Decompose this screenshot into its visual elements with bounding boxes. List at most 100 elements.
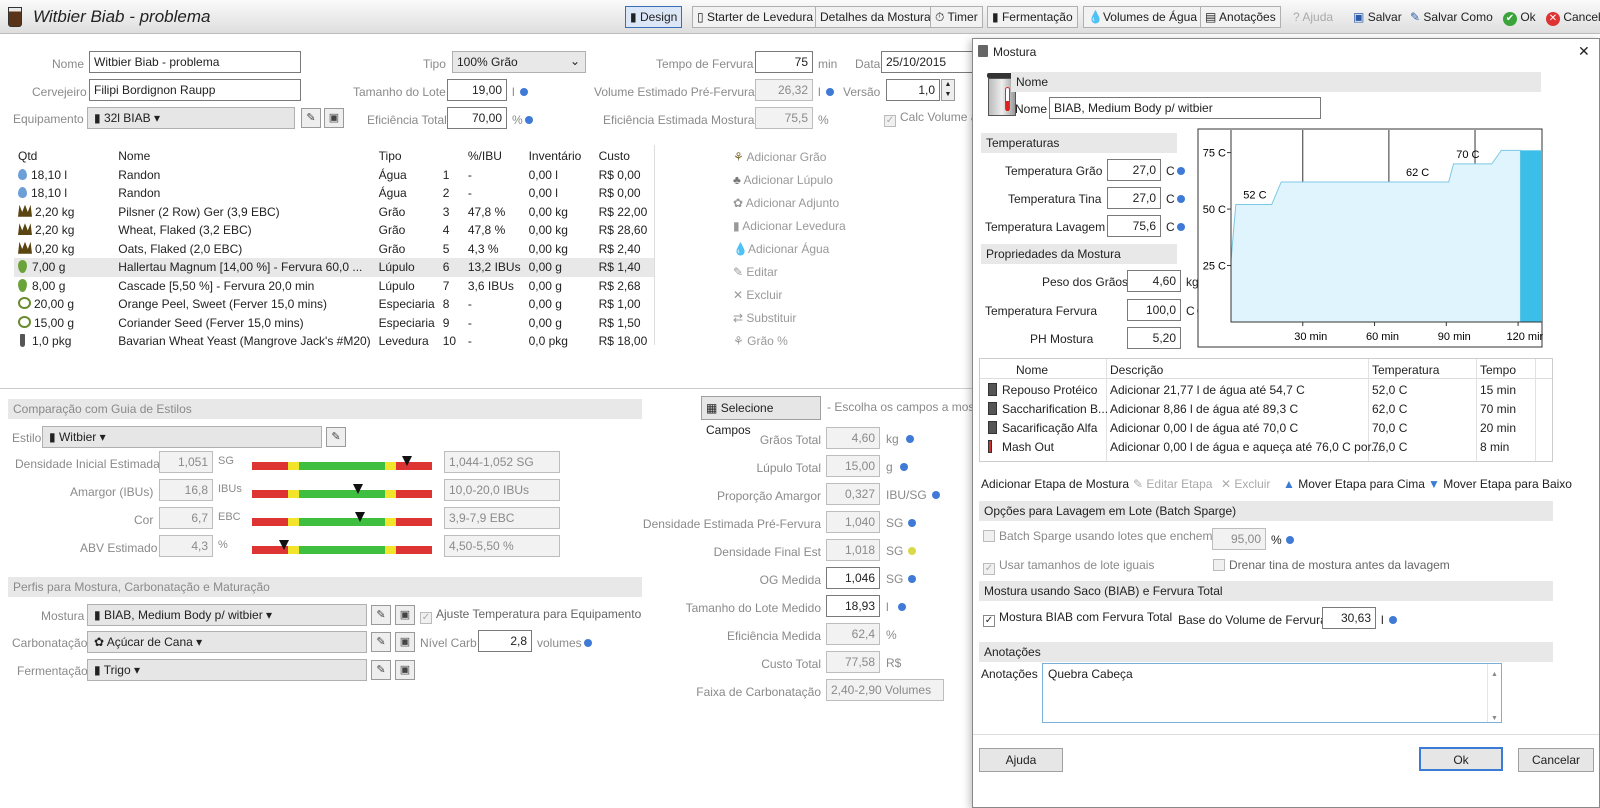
ok-button[interactable]: Ok [1419, 747, 1503, 771]
mash-details-button[interactable]: Detalhes da Mostura [815, 6, 936, 28]
grain-percent-button[interactable]: ⚘ Grão % [733, 334, 788, 348]
yeast-starter-button[interactable]: ▯ Starter de Levedura [692, 6, 819, 28]
field-value[interactable]: 1,046 [826, 567, 880, 589]
replace-button[interactable]: ⇄ Substituir [733, 311, 796, 325]
drain-tun-checkbox[interactable]: Drenar tina de mostura antes da lavagem [1213, 558, 1450, 572]
step-row[interactable]: Sacarificação Alfa Adicionar 0,00 l de ág… [980, 419, 1552, 437]
table-row[interactable]: 0,20 kg Oats, Flaked (2,0 EBC) Grão 5 4,3 % 0… [14, 240, 654, 259]
add-yeast-button[interactable]: ▮ Adicionar Levedura [733, 219, 846, 233]
add-adjunct-button[interactable]: ✿ Adicionar Adjunto [733, 196, 839, 210]
efficiency-input[interactable]: 70,00 [447, 107, 507, 129]
order-header[interactable] [439, 147, 464, 166]
table-row[interactable]: 2,20 kg Wheat, Flaked (3,2 EBC) Grão 4 47,8 … [14, 221, 654, 240]
delete-button[interactable]: ✕ Excluir [733, 288, 782, 302]
step-temp-header[interactable]: Temperatura [1372, 363, 1439, 377]
grain-weight-input[interactable]: 4,60 [1127, 270, 1181, 292]
table-row[interactable]: 18,10 l Randon Água 2 - 0,00 l R$ 0,00 [14, 184, 654, 203]
pct-header[interactable]: %/IBU [464, 147, 525, 166]
brewer-input[interactable]: Filipi Bordignon Raupp [89, 79, 301, 101]
table-row[interactable]: 1,0 pkg Bavarian Wheat Yeast (Mangrove Ja… [14, 332, 654, 351]
add-step-button[interactable]: Adicionar Etapa de Mostura [981, 477, 1129, 491]
type-select[interactable]: 100% Grão ⌄ [452, 51, 586, 73]
mash-profile-dropdown[interactable]: ▮ BIAB, Medium Body p/ witbier ▾ [87, 604, 367, 626]
step-row[interactable]: Mash Out Adicionar 0,00 l de água e aqueç… [980, 438, 1552, 456]
water-volumes-button[interactable]: 💧Volumes de Água [1083, 6, 1203, 28]
version-input[interactable]: 1,0 [886, 79, 940, 101]
equipment-dropdown[interactable]: ▮ 32l BIAB ▾ [87, 107, 295, 129]
table-row[interactable]: 8,00 g Cascade [5,50 %] - Fervura 20,0 mi… [14, 277, 654, 296]
fermentation-button[interactable]: ▮ Fermentação [987, 6, 1078, 28]
table-row[interactable]: 18,10 l Randon Água 1 - 0,00 l R$ 0,00 [14, 166, 654, 185]
move-step-down-button[interactable]: ▼ Mover Etapa para Baixo [1428, 477, 1572, 491]
design-tab-button[interactable]: ▮ Design [625, 6, 683, 28]
step-row[interactable]: Saccharification B... Adicionar 8,86 l de… [980, 400, 1552, 418]
add-water-button[interactable]: 💧Adicionar Água [733, 242, 829, 256]
cancel-button[interactable]: Cancelar [1518, 748, 1594, 772]
equal-batch-checkbox[interactable]: ✓ Usar tamanhos de lote iguais [983, 558, 1154, 575]
carb-save-button[interactable]: ▣ [395, 632, 415, 652]
notes-scrollbar[interactable]: ▲ ▼ [1487, 664, 1501, 722]
add-grain-button[interactable]: ⚘ Adicionar Grão [733, 150, 826, 164]
qty-header[interactable]: Qtd [14, 147, 114, 166]
ferm-edit-button[interactable]: ✎ [371, 660, 391, 680]
ok-button[interactable]: ✔ Ok [1503, 10, 1536, 26]
version-spinner[interactable]: ▲ ▼ [941, 79, 955, 101]
notes-textarea[interactable]: Quebra Cabeça ▲ ▼ [1042, 663, 1502, 723]
cost-header[interactable]: Custo [595, 147, 654, 166]
mash-name-input[interactable]: BIAB, Medium Body p/ witbier [1049, 97, 1321, 119]
style-edit-button[interactable]: ✎ [326, 427, 346, 447]
biab-checkbox[interactable]: ✓ Mostura BIAB com Fervura Total [983, 610, 1172, 627]
cell-num: 1 [439, 166, 464, 185]
delete-step-button[interactable]: ✕ Excluir [1221, 477, 1270, 491]
edit-step-button[interactable]: ✎ Editar Etapa [1133, 477, 1212, 491]
step-time-header[interactable]: Tempo [1480, 363, 1516, 377]
grain-temp-input[interactable]: 27,0 [1107, 159, 1161, 181]
step-desc-header[interactable]: Descrição [1110, 363, 1163, 377]
notes-button[interactable]: ▤ Anotações [1200, 6, 1281, 28]
table-row[interactable]: 20,00 g Orange Peel, Sweet (Ferver 15,0 m… [14, 295, 654, 314]
calc-volume-checkbox[interactable]: ✓ Calc Volume a [884, 110, 977, 127]
equipment-save-button[interactable]: ▣ [324, 108, 344, 128]
batch-sparge-checkbox[interactable]: Batch Sparge usando lotes que enchem [983, 529, 1212, 543]
boil-time-input[interactable]: 75 [755, 51, 813, 73]
adjust-temp-checkbox[interactable]: ✓ Ajuste Temperatura para Equipamento [420, 607, 641, 624]
field-value[interactable]: 18,93 [826, 595, 880, 617]
mash-edit-button[interactable]: ✎ [371, 605, 391, 625]
select-fields-button[interactable]: ▦ Selecione Campos [701, 396, 821, 437]
equipment-edit-button[interactable]: ✎ [301, 108, 321, 128]
style-dropdown[interactable]: ▮ Witbier ▾ [42, 426, 322, 448]
cancel-button[interactable]: ✕ Cancel [1546, 10, 1600, 26]
boil-temp-input[interactable]: 100,0 [1127, 299, 1181, 321]
add-hop-button[interactable]: ♣ Adicionar Lúpulo [733, 173, 833, 187]
move-step-up-button[interactable]: ▲ Mover Etapa para Cima [1283, 477, 1425, 491]
type-header[interactable]: Tipo [375, 147, 439, 166]
step-row[interactable]: Repouso Protéico Adicionar 21,77 l de águ… [980, 381, 1552, 399]
ferm-save-button[interactable]: ▣ [395, 660, 415, 680]
batch-size-input[interactable]: 19,00 [447, 79, 507, 101]
table-row[interactable]: 7,00 g Hallertau Magnum [14,00 %] - Fervu… [14, 258, 654, 277]
date-input[interactable]: 25/10/2015 [881, 51, 973, 73]
fermentation-dropdown[interactable]: ▮ Trigo ▾ [87, 659, 367, 681]
save-as-button[interactable]: ✎ Salvar Como [1410, 10, 1493, 24]
table-row[interactable]: 2,20 kg Pilsner (2 Row) Ger (3,9 EBC) Grão… [14, 203, 654, 222]
sparge-temp-input[interactable]: 75,6 [1107, 215, 1161, 237]
inventory-header[interactable]: Inventário [525, 147, 595, 166]
dialog-close-button[interactable]: ✕ [1578, 43, 1590, 60]
tun-temp-input[interactable]: 27,0 [1107, 187, 1161, 209]
carb-level-input[interactable]: 2,8 [478, 630, 532, 652]
help-button[interactable]: Ajuda [979, 748, 1063, 772]
cell-num: 5 [439, 240, 464, 259]
help-link[interactable]: ? Ajuda [1293, 10, 1333, 24]
carbonation-dropdown[interactable]: ✿ Açúcar de Cana ▾ [87, 631, 367, 653]
timer-button[interactable]: ⏱ Timer [930, 6, 983, 28]
name-header[interactable]: Nome [114, 147, 374, 166]
recipe-name-input[interactable]: Witbier Biab - problema [89, 51, 301, 73]
boil-base-input[interactable]: 30,63 [1322, 607, 1376, 629]
mash-save-button[interactable]: ▣ [395, 605, 415, 625]
edit-button[interactable]: ✎ Editar [733, 265, 778, 279]
step-name-header[interactable]: Nome [1016, 363, 1048, 377]
carb-edit-button[interactable]: ✎ [371, 632, 391, 652]
save-button[interactable]: ▣ Salvar [1353, 10, 1402, 24]
table-row[interactable]: 15,00 g Coriander Seed (Ferver 15,0 mins)… [14, 314, 654, 333]
ph-input[interactable]: 5,20 [1127, 327, 1181, 349]
